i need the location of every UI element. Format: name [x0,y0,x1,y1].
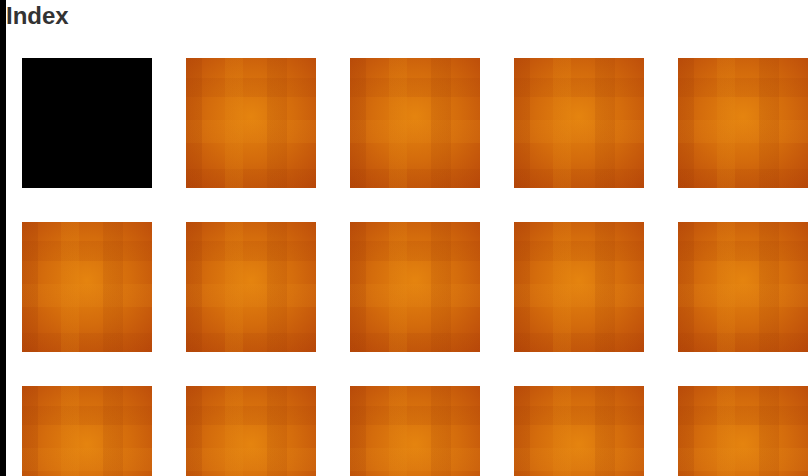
tile-grid [6,58,812,476]
image-tile[interactable] [678,222,808,352]
blank-tile[interactable] [22,58,152,188]
image-tile[interactable] [514,222,644,352]
image-tile[interactable] [350,386,480,476]
image-tile[interactable] [22,386,152,476]
image-tile[interactable] [186,58,316,188]
image-tile[interactable] [350,58,480,188]
image-tile[interactable] [186,222,316,352]
image-tile[interactable] [514,58,644,188]
page: Index [0,0,812,476]
image-tile[interactable] [22,222,152,352]
image-tile[interactable] [678,58,808,188]
page-title: Index [6,0,812,30]
image-tile[interactable] [350,222,480,352]
image-tile[interactable] [678,386,808,476]
image-tile[interactable] [514,386,644,476]
image-tile[interactable] [186,386,316,476]
